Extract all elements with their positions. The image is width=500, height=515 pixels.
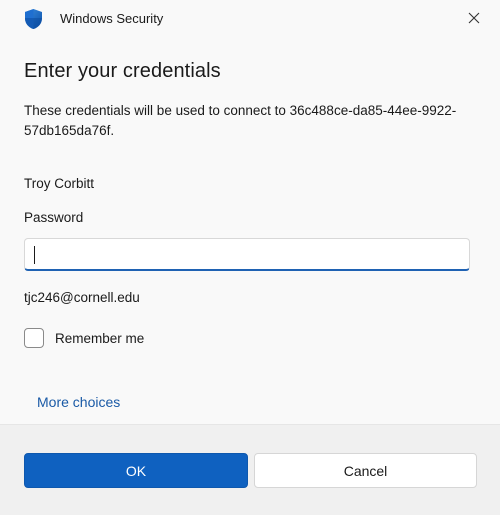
dialog-content: Enter your credentials These credentials… [0,38,500,424]
dialog-description: These credentials will be used to connec… [24,103,457,138]
title-bar: Windows Security [0,0,500,38]
dialog-heading: Enter your credentials [24,60,221,82]
cancel-button[interactable]: Cancel [254,453,477,488]
close-icon [468,11,480,29]
button-bar: OK Cancel [0,424,500,515]
remember-me-label[interactable]: Remember me [55,331,144,346]
credential-dialog: Windows Security Enter your credentials … [0,0,500,515]
window-title: Windows Security [60,11,164,26]
close-button[interactable] [462,8,486,32]
password-input[interactable] [24,238,470,271]
shield-icon [24,8,43,30]
username-label: Troy Corbitt [24,176,95,191]
remember-me-checkbox[interactable] [24,328,44,348]
password-label: Password [24,210,84,225]
account-email: tjc246@cornell.edu [24,290,140,305]
ok-button[interactable]: OK [24,453,248,488]
more-choices-link[interactable]: More choices [37,394,120,410]
remember-me-option[interactable]: Remember me [24,328,144,348]
text-caret [34,246,35,264]
